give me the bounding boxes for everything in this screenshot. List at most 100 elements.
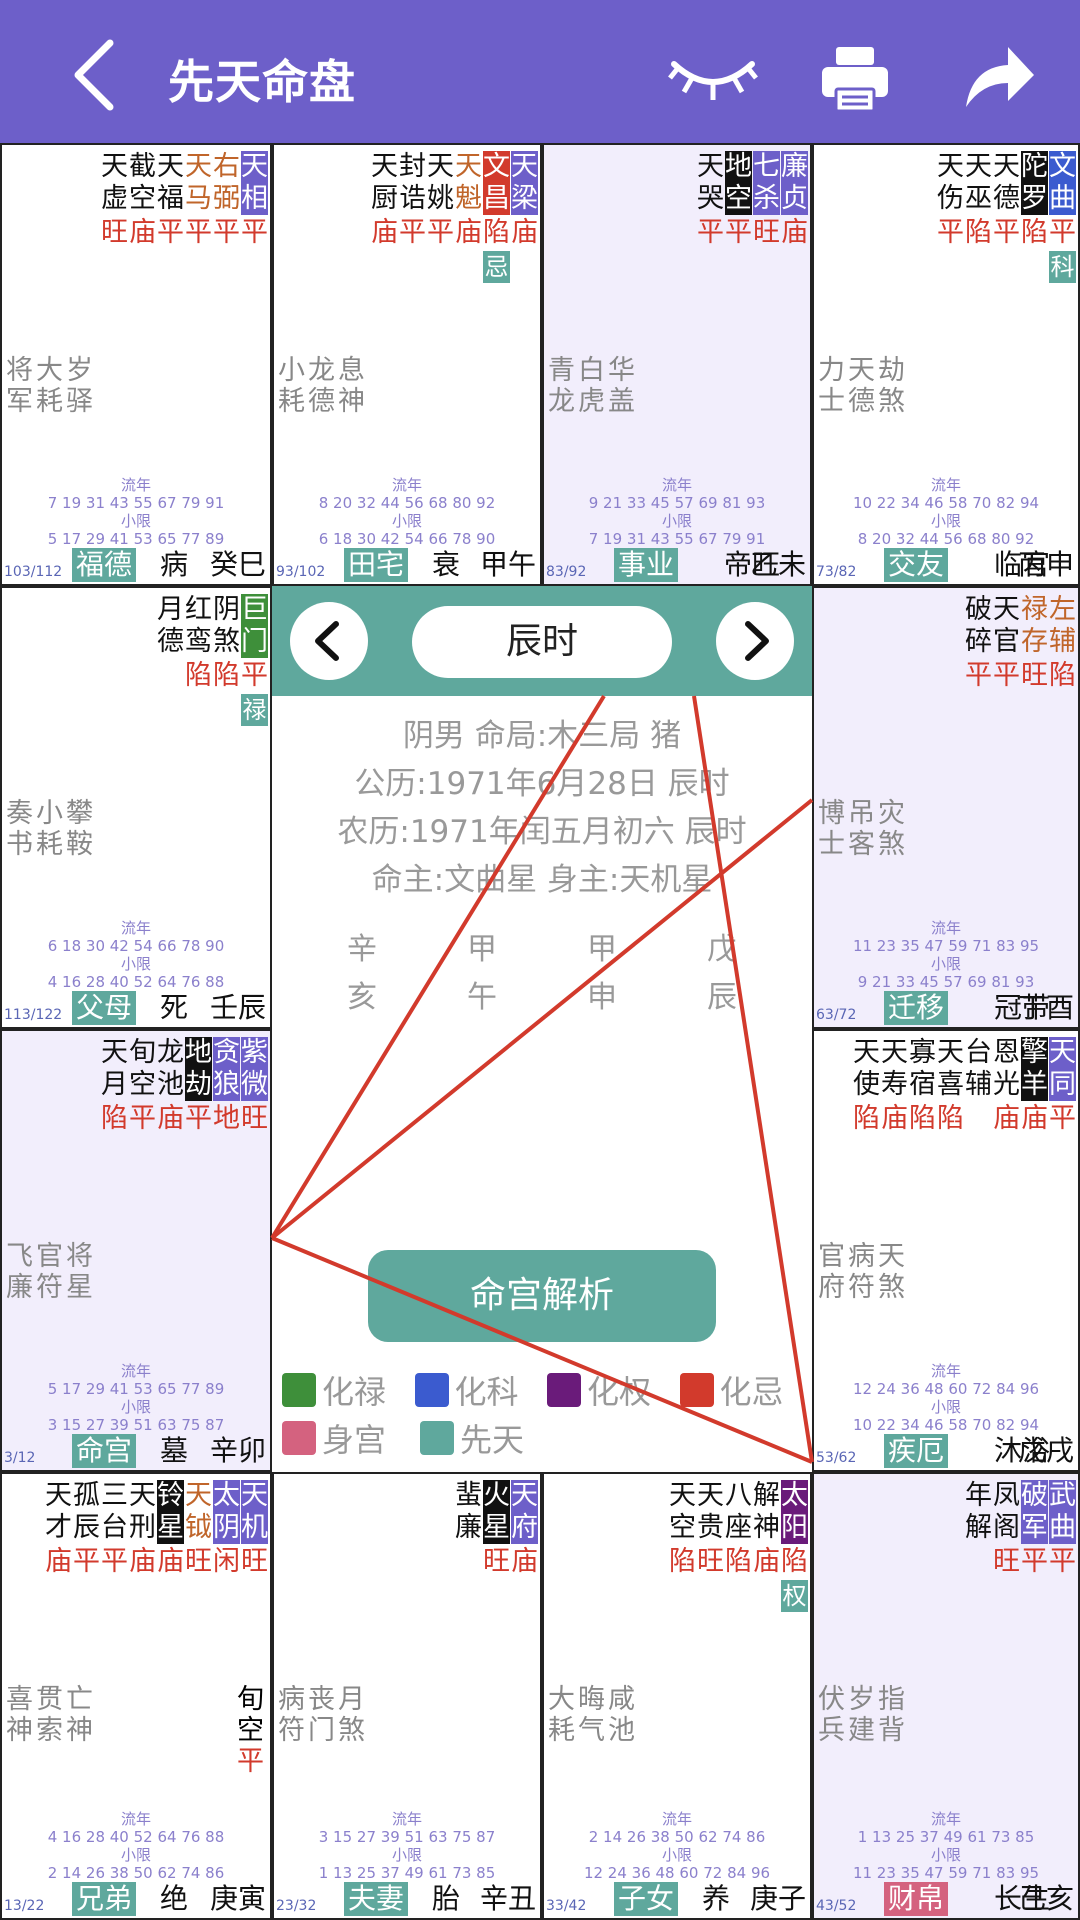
- star-glyph: 天: [45, 1480, 72, 1511]
- star-brightness: 庙: [157, 1546, 184, 1577]
- flow-year-label: 流年: [120, 1810, 151, 1828]
- palace-cell-mao[interactable]: 紫微旺贪狼地地劫平龙池庙旬空平天月陷飞官将廉符星流年 5 17 29 41 53 …: [0, 1029, 272, 1472]
- star-glyph: 阴: [213, 594, 240, 625]
- star-column: 右弼平: [213, 151, 240, 251]
- star-glyph: 存: [1021, 626, 1048, 657]
- time-selector[interactable]: 辰时: [412, 606, 672, 678]
- star-glyph: 羊: [1021, 1069, 1048, 1101]
- star-glyph: 使: [853, 1069, 880, 1100]
- star-glyph: 宿: [909, 1069, 936, 1100]
- pillar-branch: 申: [587, 980, 617, 1015]
- gender-pattern-line: 阴男 命局:木三局 猪: [402, 718, 682, 754]
- minor-glyph: 亡: [66, 1684, 93, 1715]
- palace-cell-hai[interactable]: 武曲平破军平凤阁旺年解 伏岁指兵建背流年 1 13 25 37 49 61 73 …: [812, 1472, 1080, 1920]
- palace-cell-zi[interactable]: 太阳陷权解神庙八座陷天贵旺天空陷大晦咸耗气池流年 2 14 26 38 50 62…: [542, 1472, 812, 1920]
- palace-cell-yin[interactable]: 天机旺太阴闲天钺旺铃星庙天刑庙三台平孤辰平天才庙喜贯亡神索神旬空平流年 4 16 …: [0, 1472, 272, 1920]
- star-list: 武曲平破军平凤阁旺年解: [965, 1480, 1076, 1580]
- stem-branch: 庚子: [749, 1882, 806, 1915]
- star-glyph: 劫: [185, 1069, 212, 1101]
- minor-glyph: 建: [848, 1715, 875, 1746]
- star-column: 天哭平: [697, 151, 724, 251]
- minor-glyph: 飞: [6, 1241, 33, 1272]
- star-column: 三台平: [101, 1480, 128, 1580]
- flow-year-label: 流年: [120, 476, 151, 494]
- lunar-date-line: 农历:1971年闰五月初六 辰时: [337, 814, 747, 850]
- star-glyph: 府: [511, 1512, 538, 1544]
- star-glyph: 杀: [753, 183, 780, 215]
- star-brightness: 平: [993, 660, 1020, 691]
- extra-glyph: 旬: [237, 1684, 264, 1715]
- eye-closed-icon[interactable]: [668, 50, 758, 105]
- next-time-button[interactable]: [716, 602, 794, 680]
- star-column: 巨门平禄: [241, 594, 268, 726]
- star-brightness: 平: [185, 217, 212, 248]
- pillar-branch: 亥: [347, 980, 377, 1015]
- minor-glyph: 博: [818, 798, 845, 829]
- minor-stars: 力天劫士德煞: [818, 355, 908, 417]
- minor-glyph: 驿: [66, 386, 93, 417]
- star-column: 天福平: [157, 151, 184, 251]
- stem-branch: 辛丑: [479, 1882, 536, 1915]
- legend-row: 身宫 先天: [282, 1414, 812, 1462]
- legend-swatch: [547, 1373, 581, 1407]
- palace-cell-chen[interactable]: 巨门平禄阴煞陷红鸾陷月德 奏小攀书耗鞍流年 6 18 30 42 54 66 78…: [0, 586, 272, 1029]
- star-column: 陀罗陷: [1021, 151, 1048, 283]
- palace-cell-si[interactable]: 天相平右弼平天马平天福平截空庙天虚旺将大岁军耗驿流年 7 19 31 43 55 …: [0, 143, 272, 586]
- star-brightness: 平: [1049, 1103, 1076, 1134]
- star-glyph: 空: [129, 183, 156, 214]
- star-glyph: 天: [697, 1480, 724, 1511]
- star-glyph: 贪: [213, 1037, 240, 1069]
- palace-cell-xu[interactable]: 天同平擎羊庙恩光庙台辅 天喜陷寡宿陷天寿庙天使陷官病天府符煞流年 12 24 36…: [812, 1029, 1080, 1472]
- printer-icon[interactable]: [820, 45, 890, 113]
- palace-name: 福德: [72, 548, 137, 582]
- palace-cell-wu[interactable]: 天梁庙文昌陷忌天魁庙天姚平封诰平天厨庙小龙息耗德神流年 8 20 32 44 56…: [272, 143, 542, 586]
- legend-item: 化权: [547, 1367, 660, 1413]
- flow-year-label: 流年: [120, 919, 151, 937]
- palace-name: 子女: [614, 1882, 679, 1916]
- star-column: 天魁庙: [455, 151, 482, 283]
- hua-badge: 科: [1049, 251, 1076, 283]
- minor-glyph: 龙: [548, 386, 575, 417]
- star-glyph: 天: [157, 151, 184, 182]
- small-limit-values: 5 17 29 41 53 65 77 89: [47, 530, 225, 548]
- age-range: 63/72: [816, 1007, 857, 1023]
- stem-branch: 丙申: [1017, 548, 1074, 581]
- star-glyph: 辅: [1049, 626, 1076, 657]
- star-column: 破碎平: [965, 594, 992, 694]
- palace-cell-shen[interactable]: 文曲平科陀罗陷天德平天巫陷天伤平力天劫士德煞流年 10 22 34 46 58 7…: [812, 143, 1080, 586]
- star-glyph: 天: [937, 151, 964, 182]
- palace-cell-you[interactable]: 左辅陷禄存旺天官平破碎平博吊灾士客煞流年 11 23 35 47 59 71 83…: [812, 586, 1080, 1029]
- extra-glyph: 平: [237, 1746, 264, 1777]
- share-arrow-icon[interactable]: [962, 43, 1037, 111]
- legend-label: 化忌: [719, 1373, 784, 1411]
- star-brightness: 旺: [697, 1546, 724, 1577]
- star-glyph: 贵: [697, 1512, 724, 1543]
- star-glyph: 天: [101, 151, 128, 182]
- analyze-life-palace-button[interactable]: 命宫解析: [368, 1250, 716, 1342]
- minor-glyph: 书: [6, 829, 33, 860]
- extra-glyph: 空: [237, 1715, 264, 1746]
- palace-name: 命宫: [72, 1434, 137, 1468]
- minor-stars: 青白华龙虎盖: [548, 355, 638, 417]
- small-limit-values: 4 16 28 40 52 64 76 88: [47, 973, 225, 991]
- star-glyph: 天: [241, 151, 268, 183]
- age-range: 33/42: [546, 1898, 587, 1914]
- small-limit-values: 10 22 34 46 58 70 82 94: [852, 1416, 1040, 1434]
- minor-glyph: 将: [66, 1241, 93, 1272]
- star-glyph: 铃: [157, 1480, 184, 1512]
- star-column: 天巫陷: [965, 151, 992, 283]
- master-star-line: 命主:文曲星 身主:天机星: [371, 862, 713, 898]
- minor-stars: 喜贯亡神索神: [6, 1684, 96, 1746]
- palace-cell-chou[interactable]: 天府庙火星旺蜚廉 病丧月符门煞流年 3 15 27 39 51 63 75 87 小…: [272, 1472, 542, 1920]
- minor-glyph: 虎: [578, 386, 605, 417]
- minor-glyph: 指: [878, 1684, 905, 1715]
- star-column: 左辅陷: [1049, 594, 1076, 694]
- back-chevron-icon[interactable]: [62, 35, 132, 115]
- star-glyph: 天: [511, 151, 538, 183]
- star-glyph: 座: [725, 1512, 752, 1543]
- legend-item: 化禄: [282, 1367, 395, 1413]
- small-limit-values: 12 24 36 48 60 72 84 96: [583, 1864, 771, 1882]
- minor-glyph: 小: [278, 355, 305, 386]
- palace-cell-wei[interactable]: 廉贞庙七杀旺地空平天哭平青白华龙虎盖流年 9 21 33 45 57 69 81 …: [542, 143, 812, 586]
- prev-time-button[interactable]: [290, 602, 368, 680]
